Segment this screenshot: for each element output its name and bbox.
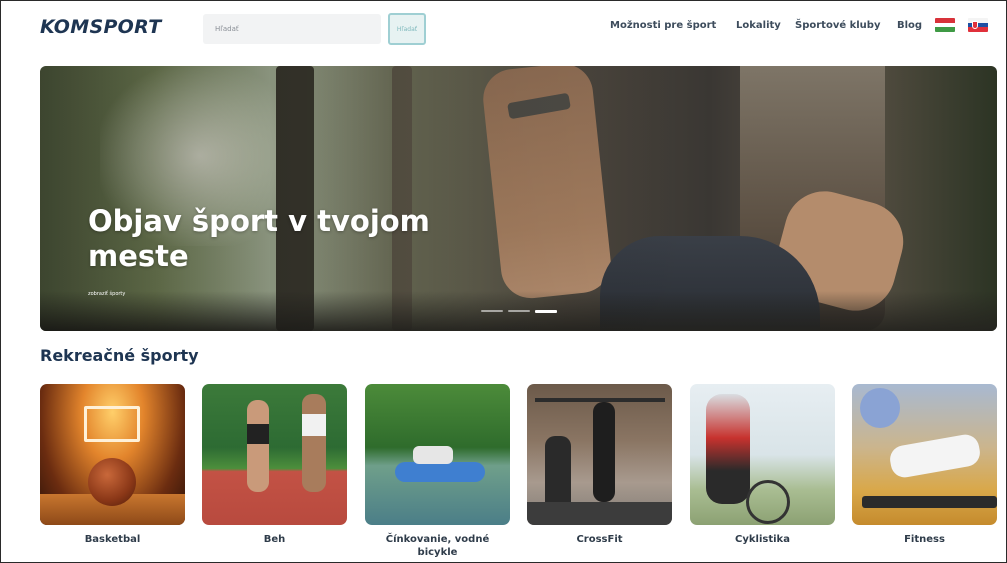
- search-button-label: Hľadať: [396, 25, 418, 33]
- sport-card-label[interactable]: Čínkovanie, vodné bicykle: [365, 534, 510, 559]
- slovakia-crest-icon: [972, 21, 978, 29]
- search-input[interactable]: [203, 14, 381, 44]
- sport-card-image[interactable]: [690, 384, 835, 525]
- nav-item-blog[interactable]: Blog: [897, 20, 922, 31]
- sport-card-image[interactable]: [40, 384, 185, 525]
- hero-title: Objav šport v tvojom meste: [88, 204, 430, 274]
- carousel-dot[interactable]: [508, 310, 530, 312]
- sport-card-fitness[interactable]: Fitness: [852, 384, 997, 547]
- sport-card-label[interactable]: CrossFit: [527, 534, 672, 547]
- sport-card-cinkovanie[interactable]: Čínkovanie, vodné bicykle: [365, 384, 510, 559]
- section-title: Rekreačné športy: [40, 346, 199, 365]
- sport-card-label[interactable]: Basketbal: [40, 534, 185, 547]
- sport-card-image[interactable]: [527, 384, 672, 525]
- hero-cta-link[interactable]: zobraziť športy: [88, 291, 125, 297]
- sport-card-beh[interactable]: Beh: [202, 384, 347, 547]
- sport-card-label[interactable]: Cyklistika: [690, 534, 835, 547]
- sport-card-crossfit[interactable]: CrossFit: [527, 384, 672, 547]
- search-box: [203, 14, 381, 44]
- carousel-indicators: [481, 310, 557, 313]
- site-logo[interactable]: KOMSPORT: [40, 16, 161, 38]
- hungary-flag-icon[interactable]: [935, 18, 955, 32]
- slovakia-flag-icon[interactable]: [968, 18, 988, 32]
- carousel-dot[interactable]: [481, 310, 503, 312]
- carousel-dot-active[interactable]: [535, 310, 557, 313]
- nav-item-sportove-kluby[interactable]: Športové kluby: [795, 20, 880, 31]
- sport-card-image[interactable]: [365, 384, 510, 525]
- sport-card-image[interactable]: [852, 384, 997, 525]
- sport-card-basketbal[interactable]: Basketbal: [40, 384, 185, 547]
- sport-card-image[interactable]: [202, 384, 347, 525]
- sport-card-label[interactable]: Beh: [202, 534, 347, 547]
- search-button[interactable]: Hľadať: [388, 13, 426, 45]
- hero-banner: Objav šport v tvojom meste zobraziť špor…: [40, 66, 997, 331]
- site-header: KOMSPORT Hľadať Možnosti pre šport Lokal…: [0, 0, 1007, 60]
- nav-item-moznosti-pre-sport[interactable]: Možnosti pre šport: [610, 20, 716, 31]
- sport-card-cyklistika[interactable]: Cyklistika: [690, 384, 835, 547]
- nav-item-lokality[interactable]: Lokality: [736, 20, 781, 31]
- sport-card-label[interactable]: Fitness: [852, 534, 997, 547]
